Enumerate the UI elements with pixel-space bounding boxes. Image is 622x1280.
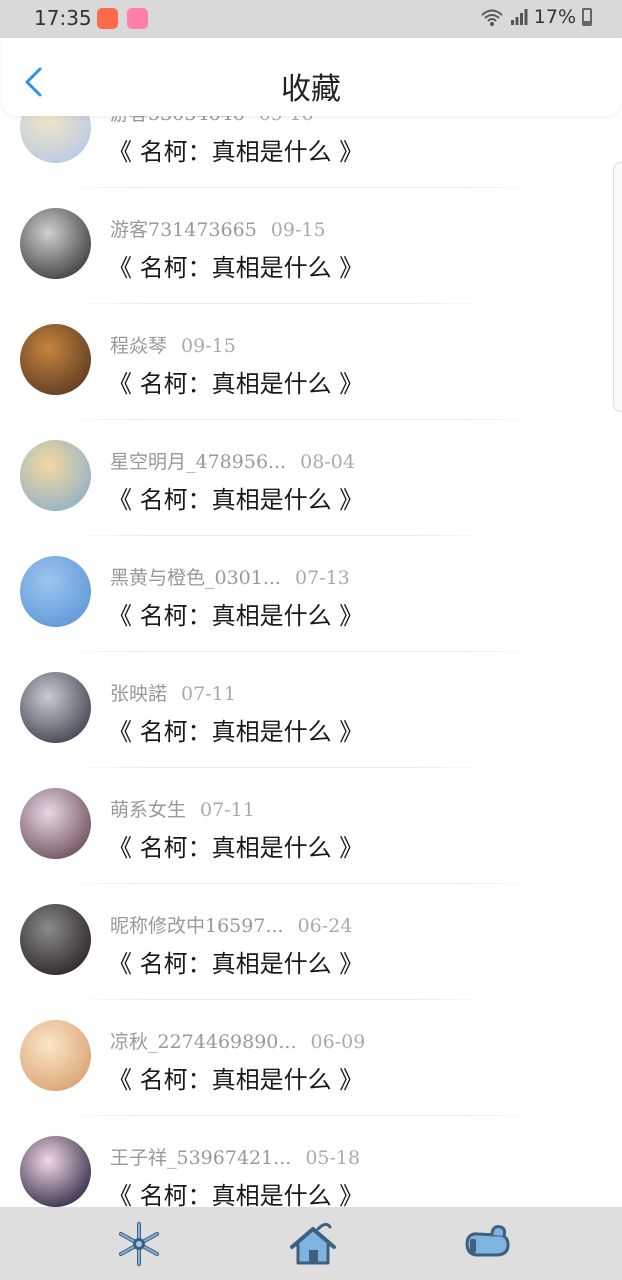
- status-indicators: 17%: [480, 6, 592, 28]
- item-title[interactable]: 《 名柯：真相是什么 》: [108, 248, 363, 283]
- avatar[interactable]: [20, 1136, 91, 1207]
- avatar[interactable]: [20, 440, 91, 511]
- divider: [40, 1115, 560, 1116]
- item-date: 06-09: [310, 1031, 366, 1053]
- item-date: 07-11: [181, 683, 236, 705]
- item-date: 08-04: [300, 451, 355, 473]
- item-title[interactable]: 《 名柯：真相是什么 》: [108, 1060, 363, 1095]
- avatar[interactable]: [20, 904, 91, 975]
- user-name: 昵称修改中16597...: [110, 915, 284, 937]
- user-name: 王子祥_53967421...: [110, 1147, 292, 1169]
- user-name: 程焱琴: [110, 335, 168, 357]
- avatar[interactable]: [20, 208, 91, 279]
- item-title[interactable]: 《 名柯：真相是什么 》: [108, 480, 363, 515]
- bottom-nav: [0, 1207, 622, 1280]
- item-meta: 程焱琴 09-15: [110, 331, 236, 358]
- item-meta: 游客731473665 09-15: [110, 215, 326, 242]
- avatar[interactable]: [20, 788, 91, 859]
- user-name: 凉秋_2274469890...: [110, 1031, 297, 1053]
- mitten-icon[interactable]: [462, 1221, 512, 1267]
- item-date: 09-15: [181, 335, 236, 357]
- divider: [60, 767, 500, 768]
- avatar[interactable]: [20, 672, 91, 743]
- item-date: 07-13: [294, 567, 350, 589]
- divider: [40, 419, 560, 420]
- page-title: 收藏: [281, 72, 341, 107]
- app-notification-icon: [127, 8, 148, 29]
- snowflake-icon[interactable]: [114, 1221, 164, 1267]
- avatar[interactable]: [20, 556, 91, 627]
- item-date: 07-11: [200, 799, 255, 821]
- item-meta: 凉秋_2274469890... 06-09: [110, 1027, 365, 1054]
- avatar[interactable]: [20, 324, 91, 395]
- item-date: 06-24: [297, 915, 353, 937]
- item-title[interactable]: 《 名柯：真相是什么 》: [108, 364, 363, 399]
- list-item[interactable]: 昵称修改中16597... 06-24 《 名柯：真相是什么 》: [0, 886, 622, 1002]
- item-meta: 黑黄与橙色_0301... 07-13: [110, 563, 350, 590]
- user-name: 萌系女生: [110, 799, 187, 821]
- app-notification-icon: [97, 8, 118, 29]
- user-name: 黑黄与橙色_0301...: [110, 567, 281, 589]
- wifi-icon: [481, 9, 503, 26]
- item-title[interactable]: 《 名柯：真相是什么 》: [108, 132, 363, 167]
- divider: [40, 651, 560, 652]
- list-item[interactable]: 张映諾 07-11 《 名柯：真相是什么 》: [0, 654, 622, 770]
- item-title[interactable]: 《 名柯：真相是什么 》: [108, 944, 363, 979]
- item-meta: 王子祥_53967421... 05-18: [110, 1143, 360, 1170]
- divider: [40, 883, 560, 884]
- user-name: 星空明月_478956...: [110, 451, 287, 473]
- list-item[interactable]: 王子祥_53967421... 05-18 《 名柯：真相是什么 》: [0, 1118, 622, 1207]
- battery-percent: 17%: [533, 6, 576, 28]
- list-item[interactable]: 萌系女生 07-11 《 名柯：真相是什么 》: [0, 770, 622, 886]
- user-name: 游客731473665: [110, 219, 257, 241]
- list-item[interactable]: 黑黄与橙色_0301... 07-13 《 名柯：真相是什么 》: [0, 538, 622, 654]
- divider: [60, 535, 500, 536]
- item-meta: 萌系女生 07-11: [110, 795, 255, 822]
- item-title[interactable]: 《 名柯：真相是什么 》: [108, 828, 363, 863]
- item-meta: 昵称修改中16597... 06-24: [110, 911, 352, 938]
- divider: [60, 999, 500, 1000]
- item-date: 09-15: [270, 219, 326, 241]
- status-bar: 17:35 17%: [0, 0, 622, 38]
- page-header: 收藏: [2, 38, 620, 116]
- list-item[interactable]: 星空明月_478956... 08-04 《 名柯：真相是什么 》: [0, 422, 622, 538]
- battery-icon: [582, 8, 592, 26]
- home-icon[interactable]: [288, 1221, 338, 1267]
- avatar[interactable]: [20, 1020, 91, 1091]
- list-item[interactable]: 凉秋_2274469890... 06-09 《 名柯：真相是什么 》: [0, 1002, 622, 1118]
- list-item[interactable]: 程焱琴 09-15 《 名柯：真相是什么 》: [0, 306, 622, 422]
- item-meta: 张映諾 07-11: [110, 679, 236, 706]
- scroll-indicator[interactable]: [613, 162, 622, 412]
- signal-icon: [510, 9, 528, 25]
- divider: [40, 187, 560, 188]
- favorites-list[interactable]: 游客5303464609-16《 名柯：真相是什么 》游客73147366509…: [0, 95, 622, 1207]
- item-title[interactable]: 《 名柯：真相是什么 》: [108, 1176, 363, 1207]
- user-name: 张映諾: [110, 683, 168, 705]
- item-title[interactable]: 《 名柯：真相是什么 》: [108, 712, 363, 747]
- status-time: 17:35: [34, 6, 92, 30]
- item-date: 05-18: [305, 1147, 361, 1169]
- item-title[interactable]: 《 名柯：真相是什么 》: [108, 596, 363, 631]
- list-item[interactable]: 游客731473665 09-15 《 名柯：真相是什么 》: [0, 190, 622, 306]
- divider: [60, 303, 500, 304]
- item-meta: 星空明月_478956... 08-04: [110, 447, 355, 474]
